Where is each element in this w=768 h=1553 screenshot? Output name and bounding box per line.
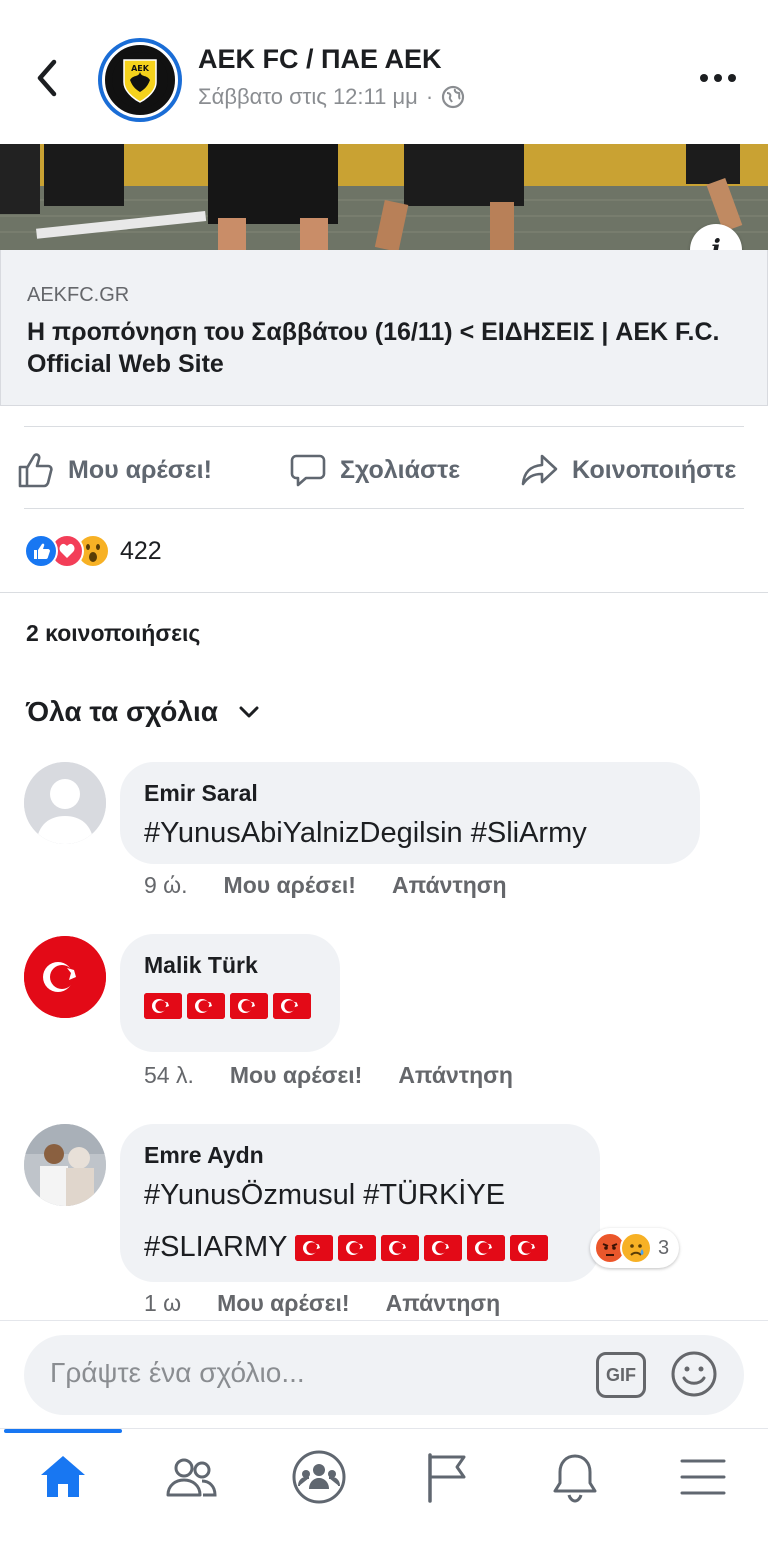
comment-icon <box>290 454 326 487</box>
comment-flags <box>144 979 316 1031</box>
comment-like-button[interactable]: Μου αρέσει! <box>217 1290 349 1317</box>
link-domain: AEKFC.GR <box>27 284 130 306</box>
globe-icon <box>442 85 465 109</box>
comment-like-button[interactable]: Μου αρέσει! <box>224 872 356 899</box>
turkey-flag-emoji-icon <box>294 1235 333 1262</box>
comment-bubble: Emir Saral #YunusAbiYalnizDegilsin #SliA… <box>120 762 700 864</box>
nav-friends[interactable] <box>156 1447 226 1507</box>
comment-like-button[interactable]: Μου αρέσει! <box>230 1062 362 1089</box>
more-options-button[interactable] <box>698 64 738 92</box>
groups-icon <box>292 1450 346 1504</box>
page-avatar[interactable]: ΑΕΚ <box>98 38 182 122</box>
bell-icon <box>553 1454 597 1503</box>
nav-groups[interactable] <box>284 1447 354 1507</box>
comment-time[interactable]: 1 ω <box>144 1290 181 1317</box>
comment-reactions[interactable]: 3 <box>590 1228 680 1268</box>
turkey-flag-emoji-icon <box>144 993 182 1020</box>
turkey-flag-emoji-icon <box>423 1235 462 1262</box>
flag-icon <box>428 1453 466 1503</box>
comment-author[interactable]: Malik Türk <box>144 952 316 979</box>
turkey-flag-emoji-icon <box>273 993 311 1020</box>
comment-reply-button[interactable]: Απάντηση <box>392 872 507 899</box>
avatar[interactable] <box>24 1124 106 1206</box>
page-name[interactable]: AEK FC / ΠΑΕ ΑΕΚ <box>198 44 442 75</box>
turkey-flag-icon <box>24 936 106 1018</box>
comment-time[interactable]: 9 ώ. <box>144 872 188 899</box>
share-button[interactable]: Κοινοποιήστε <box>520 448 736 492</box>
comment-author[interactable]: Emre Aydn <box>144 1142 576 1169</box>
divider <box>0 592 768 593</box>
comment-bubble: Emre Aydn #YunusÖzmusul #TÜRKİYE #SLIARM… <box>120 1124 600 1282</box>
shares-count[interactable]: 2 κοινοποιήσεις <box>26 620 200 647</box>
smiley-icon <box>671 1351 717 1397</box>
user-photo-icon <box>24 1124 106 1206</box>
more-icon <box>700 74 736 82</box>
share-icon <box>521 454 558 486</box>
default-user-icon <box>24 762 106 844</box>
comment-reaction-count: 3 <box>658 1236 670 1259</box>
emoji-button[interactable] <box>670 1350 718 1398</box>
comment-reply-button[interactable]: Απάντηση <box>398 1062 513 1089</box>
comment-author[interactable]: Emir Saral <box>144 780 676 807</box>
comment-meta: 54 λ. Μου αρέσει! Απάντηση <box>144 1062 513 1089</box>
nav-pages[interactable] <box>412 1447 482 1507</box>
comment-text: #YunusAbiYalnizDegilsin #SliArmy <box>144 817 587 849</box>
like-button[interactable]: Μου αρέσει! <box>16 448 212 492</box>
comment-input-container: GIF <box>24 1335 744 1415</box>
avatar[interactable] <box>24 762 106 844</box>
comment-flags <box>294 1231 553 1263</box>
turkey-flag-emoji-icon <box>466 1235 505 1262</box>
comment-meta: 9 ώ. Μου αρέσει! Απάντηση <box>144 872 507 899</box>
comment-text-line1: #YunusÖzmusul #TÜRKİYE <box>144 1179 506 1211</box>
turkey-flag-emoji-icon <box>509 1235 548 1262</box>
comment-meta: 1 ω Μου αρέσει! Απάντηση <box>144 1290 500 1317</box>
post-meta: Σάββατο στις 12:11 μμ · <box>198 84 465 110</box>
gif-button[interactable]: GIF <box>596 1352 646 1398</box>
like-reaction-icon <box>24 534 58 568</box>
link-preview-image[interactable] <box>0 144 768 250</box>
home-icon <box>41 1456 85 1497</box>
link-preview-box[interactable]: AEKFC.GR Η προπόνηση του Σαββάτου (16/11… <box>0 250 768 406</box>
turkey-flag-emoji-icon <box>380 1235 419 1262</box>
reactions-summary[interactable]: 422 <box>24 532 162 570</box>
divider <box>24 426 744 427</box>
post-timestamp[interactable]: Σάββατο στις 12:11 μμ <box>198 84 418 110</box>
comment-time[interactable]: 54 λ. <box>144 1062 194 1089</box>
turkey-flag-emoji-icon <box>337 1235 376 1262</box>
bottom-navigation <box>0 1428 768 1553</box>
link-title: Η προπόνηση του Σαββάτου (16/11) < ΕΙΔΗΣ… <box>27 318 720 378</box>
share-label: Κοινοποιήστε <box>572 455 737 484</box>
hamburger-menu-icon <box>680 1459 726 1495</box>
friends-icon <box>166 1458 217 1497</box>
comments-filter-label: Όλα τα σχόλια <box>26 696 218 727</box>
comment-button[interactable]: Σχολιάστε <box>288 448 460 492</box>
turkey-flag-emoji-icon <box>187 993 225 1020</box>
nav-notifications[interactable] <box>540 1447 610 1507</box>
avatar[interactable] <box>24 936 106 1018</box>
sad-reaction-icon <box>620 1232 652 1264</box>
active-tab-indicator <box>4 1429 122 1433</box>
like-label: Μου αρέσει! <box>68 455 212 484</box>
chevron-left-icon <box>37 59 57 97</box>
svg-text:ΑΕΚ: ΑΕΚ <box>131 64 150 73</box>
comment-input[interactable] <box>50 1357 570 1389</box>
nav-home[interactable] <box>28 1447 98 1507</box>
nav-menu[interactable] <box>668 1447 738 1507</box>
chevron-down-icon <box>239 706 259 718</box>
comment-text-line2: #SLIARMY <box>144 1221 576 1273</box>
comment-hashtag: #SLIARMY <box>144 1231 287 1263</box>
divider <box>24 508 744 509</box>
reaction-count: 422 <box>120 536 162 565</box>
comment-bubble: Malik Türk <box>120 934 340 1052</box>
comment-reply-button[interactable]: Απάντηση <box>386 1290 501 1317</box>
aek-logo-icon: ΑΕΚ <box>102 42 178 118</box>
thumbs-up-icon <box>18 453 53 488</box>
comment-composer: GIF <box>0 1320 768 1428</box>
comments-filter-dropdown[interactable]: Όλα τα σχόλια <box>26 696 260 728</box>
turkey-flag-emoji-icon <box>230 993 268 1020</box>
back-button[interactable] <box>28 56 68 100</box>
post-header: ΑΕΚ AEK FC / ΠΑΕ ΑΕΚ Σάββατο στις 12:11 … <box>0 0 768 144</box>
comment-label: Σχολιάστε <box>340 455 461 484</box>
meta-separator: · <box>425 84 434 109</box>
